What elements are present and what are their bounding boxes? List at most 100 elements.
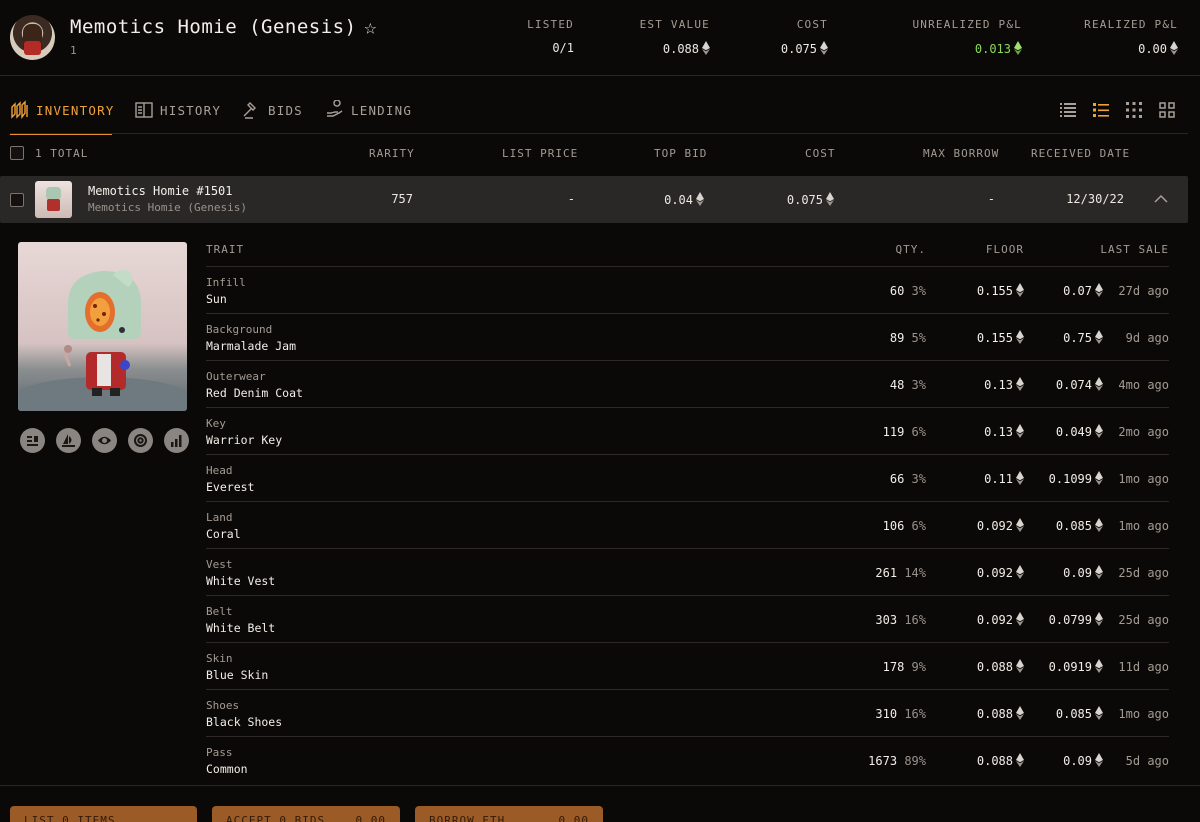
trait-qty-cell: 178 9% [883,660,926,674]
trait-value: Everest [206,480,255,494]
compact-list-view-icon[interactable] [1092,101,1110,119]
trait-row[interactable]: Outerwear Red Denim Coat 48 3% 0.13 0.074 4mo… [206,361,1169,408]
trait-qty: 310 [875,707,898,721]
eth-icon [1095,753,1103,767]
eth-icon [1095,330,1103,344]
stat-listed: LISTED 0/1 [512,18,574,55]
trait-last-sale-time: 2mo ago [1118,425,1169,439]
trait-row[interactable]: Skin Blue Skin 178 9% 0.088 0.0919 11d ago [206,643,1169,690]
trait-row[interactable]: Key Warrior Key 119 6% 0.13 0.049 2mo ago [206,408,1169,455]
trait-qty-cell: 303 16% [875,613,926,627]
looksrare-icon[interactable] [92,428,117,453]
column-header-rarity[interactable]: RARITY [369,147,415,160]
trait-floor: 0.088 [976,754,1013,768]
item-name[interactable]: Memotics Homie #1501 [88,184,233,198]
table-row[interactable]: Memotics Homie #1501 Memotics Homie (Gen… [0,176,1188,223]
collection-header: Memotics Homie (Genesis) ☆ 1 LISTED 0/1 … [0,0,1200,76]
trait-qty-cell: 119 6% [883,425,926,439]
trait-floor-cell: 0.155 [977,283,1024,298]
button-label: LIST 0 ITEMS [24,814,116,822]
trait-last-sale-cell: 0.085 [1056,518,1103,533]
trait-qty: 119 [882,425,905,439]
trait-row[interactable]: Land Coral 106 6% 0.092 0.085 1mo ago [206,502,1169,549]
trait-floor-cell: 0.088 [977,706,1024,721]
column-header-received-date[interactable]: RECEIVED DATE [1031,147,1130,160]
trait-pct: 6% [911,425,926,439]
accept-bids-button[interactable]: ACCEPT 0 BIDS 0.00 [212,806,400,822]
trait-row[interactable]: Infill Sun 60 3% 0.155 0.07 27d ago [206,267,1169,314]
trait-value: Sun [206,292,227,306]
column-header-list-price[interactable]: LIST PRICE [502,147,578,160]
opensea-icon[interactable] [56,428,81,453]
trait-value: Red Denim Coat [206,386,303,400]
trait-row[interactable]: Belt White Belt 303 16% 0.092 0.0799 25d ago [206,596,1169,643]
trait-row[interactable]: Shoes Black Shoes 310 16% 0.088 0.085 1mo ago [206,690,1169,737]
trait-qty: 1673 [868,754,898,768]
tab-bids[interactable]: BIDS [242,100,303,120]
eth-icon [1016,753,1024,767]
trait-last-sale: 0.085 [1055,519,1092,533]
item-rarity: 757 [391,192,413,206]
trait-qty: 60 [889,284,905,298]
tab-inventory[interactable]: INVENTORY [10,100,115,120]
eth-icon [702,41,710,55]
floor-column-header: FLOOR [985,243,1024,256]
button-amount: 0.00 [558,814,589,822]
trait-last-sale: 0.074 [1055,378,1092,392]
stat-label: COST [796,18,828,31]
x2y2-icon[interactable] [128,428,153,453]
trait-value: Warrior Key [206,433,283,447]
list-items-button[interactable]: LIST 0 ITEMS [10,806,197,822]
trait-last-sale-cell: 0.09 [1063,753,1103,768]
item-top-bid: 0.04 [664,193,693,207]
borrow-eth-button[interactable]: BORROW ETH 0.00 [415,806,603,822]
stat-label: EST VALUE [639,18,710,31]
trait-last-sale-cell: 0.0919 [1049,659,1103,674]
column-header-top-bid[interactable]: TOP BID [654,147,707,160]
favorite-star-icon[interactable]: ☆ [364,15,377,39]
list-view-icon[interactable] [1059,101,1077,119]
qty-column-header: QTY. [895,243,926,256]
tab-lending[interactable]: LENDING [325,100,412,120]
trait-floor-cell: 0.155 [977,330,1024,345]
stat-realized-pnl: REALIZED P&L 0.00 [1068,18,1178,56]
trait-last-sale-cell: 0.049 [1056,424,1103,439]
eth-icon [1016,706,1024,720]
eth-icon [1016,518,1024,532]
chart-icon[interactable] [164,428,189,453]
column-header-max-borrow[interactable]: MAX BORROW [923,147,999,160]
eth-icon [696,192,704,206]
trait-row[interactable]: Background Marmalade Jam 89 5% 0.155 0.75 9d … [206,314,1169,361]
trait-value: Marmalade Jam [206,339,297,353]
eth-icon [1016,283,1024,297]
trait-last-sale: 0.07 [1063,284,1092,298]
trait-type: Background [206,323,273,336]
column-header-cost[interactable]: COST [805,147,836,160]
eth-icon [1095,565,1103,579]
tab-label: HISTORY [160,102,222,118]
stat-label: LISTED [527,18,574,31]
etherscan-icon[interactable] [20,428,45,453]
small-grid-view-icon[interactable] [1125,101,1143,119]
trait-pct: 3% [911,378,926,392]
trait-floor: 0.092 [976,613,1013,627]
trait-row[interactable]: Pass Common 1673 89% 0.088 0.09 5d ago [206,737,1169,784]
trait-floor-cell: 0.088 [977,659,1024,674]
trait-last-sale: 0.09 [1063,754,1092,768]
collection-item-count: 1 [70,44,77,57]
trait-qty-cell: 48 3% [890,378,926,392]
trait-row[interactable]: Head Everest 66 3% 0.11 0.1099 1mo ago [206,455,1169,502]
trait-pct: 3% [911,472,926,486]
eth-icon [1095,283,1103,297]
tab-history[interactable]: HISTORY [134,100,221,120]
trait-floor-cell: 0.092 [977,518,1024,533]
trait-pct: 9% [911,660,926,674]
trait-row[interactable]: Vest White Vest 261 14% 0.092 0.09 25d ago [206,549,1169,596]
stat-value: 0.088 [662,42,699,56]
chevron-up-icon[interactable] [1154,194,1168,204]
large-grid-view-icon[interactable] [1158,101,1176,119]
eth-icon [1016,612,1024,626]
select-all-checkbox[interactable] [10,146,24,160]
trait-value: Black Shoes [206,715,283,729]
row-checkbox[interactable] [10,193,24,207]
